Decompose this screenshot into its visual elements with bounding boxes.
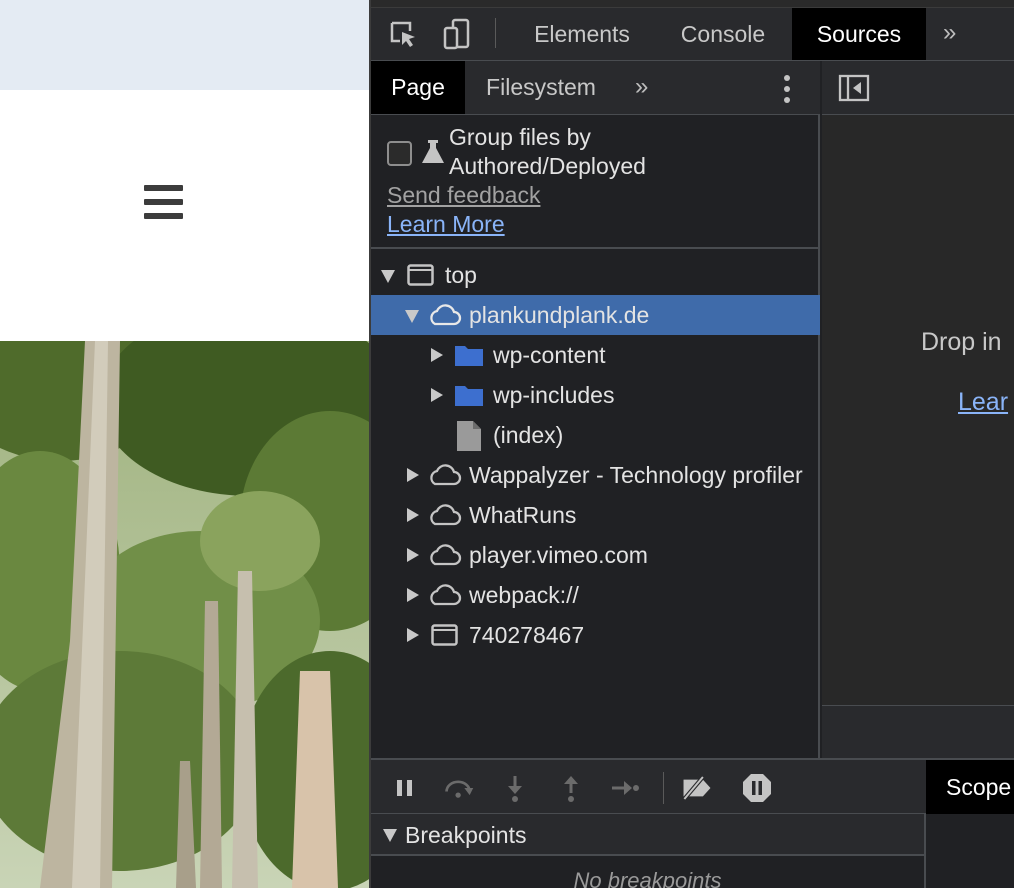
tree-item-wappalyzer[interactable]: Wappalyzer - Technology profiler xyxy=(371,455,820,495)
tab-scope[interactable]: Scope xyxy=(926,760,1014,814)
tree-item-label: (index) xyxy=(493,422,564,448)
tree-item-wp-includes[interactable]: wp-includes xyxy=(371,375,820,415)
inspect-element-icon[interactable] xyxy=(387,18,419,50)
tree-item-wp-content[interactable]: wp-content xyxy=(371,335,820,375)
toolbar-separator xyxy=(495,18,496,48)
tab-page[interactable]: Page xyxy=(371,61,465,114)
breakpoints-header[interactable]: Breakpoints xyxy=(371,814,924,856)
collapsed-arrow-icon[interactable] xyxy=(431,388,443,402)
cloud-icon xyxy=(426,583,462,613)
debugger-separator xyxy=(663,772,664,804)
collapsed-arrow-icon[interactable] xyxy=(407,468,419,482)
hamburger-menu-icon[interactable] xyxy=(144,185,183,219)
tree-item-label: Wappalyzer - Technology profiler xyxy=(469,462,803,488)
flask-icon xyxy=(421,139,445,170)
step-icon[interactable] xyxy=(609,772,641,804)
tree-item-label: WhatRuns xyxy=(469,502,577,528)
navigator-tabs: Page Filesystem » xyxy=(371,61,820,115)
tab-sources[interactable]: Sources xyxy=(792,8,926,60)
editor-learn-link[interactable]: Lear xyxy=(958,388,1008,417)
cloud-icon xyxy=(426,463,462,493)
cloud-icon xyxy=(426,543,462,573)
folder-icon xyxy=(455,344,483,372)
collapsed-arrow-icon[interactable] xyxy=(407,588,419,602)
debugger-toolbar: Scope xyxy=(371,758,1014,814)
frame-icon xyxy=(431,624,458,652)
drop-in-text: Drop in xyxy=(921,328,1002,356)
tree-item-frame-740278467[interactable]: 740278467 xyxy=(371,615,820,655)
cloud-icon xyxy=(426,503,462,533)
pause-on-exceptions-icon[interactable] xyxy=(741,772,773,804)
more-options-icon[interactable] xyxy=(783,75,791,103)
frame-icon xyxy=(407,264,434,292)
navigator-more-tabs-icon[interactable]: » xyxy=(635,73,648,101)
tree-item-label: player.vimeo.com xyxy=(469,542,648,568)
devtools-top-strip xyxy=(371,0,1014,8)
file-icon xyxy=(457,421,481,455)
editor-toolbar xyxy=(822,61,1014,115)
tree-item-whatruns[interactable]: WhatRuns xyxy=(371,495,820,535)
tab-filesystem[interactable]: Filesystem xyxy=(475,61,607,114)
tree-item-label: 740278467 xyxy=(469,622,585,648)
webpage-viewport xyxy=(0,0,369,888)
collapsed-arrow-icon[interactable] xyxy=(407,548,419,562)
collapsed-arrow-icon[interactable] xyxy=(407,628,419,642)
device-toolbar-icon[interactable] xyxy=(441,18,473,50)
group-files-label: Group files by Authored/Deployed xyxy=(449,123,809,181)
group-files-checkbox[interactable] xyxy=(387,141,412,166)
folder-icon xyxy=(455,384,483,412)
breakpoints-section: Breakpoints No breakpoints xyxy=(371,814,926,888)
collapsed-arrow-icon[interactable] xyxy=(407,508,419,522)
expanded-arrow-icon[interactable] xyxy=(383,829,397,842)
step-into-icon[interactable] xyxy=(499,772,531,804)
tree-item-label: wp-includes xyxy=(493,382,615,408)
tree-item-top[interactable]: top xyxy=(371,255,820,295)
scope-panel xyxy=(928,814,1014,888)
navigator-pane: Page Filesystem » Group files by Authore… xyxy=(371,61,820,758)
page-header-bar xyxy=(0,0,369,90)
cloud-icon xyxy=(426,303,462,333)
tree-item-plankundplank[interactable]: plankundplank.de xyxy=(371,295,820,335)
editor-status-bar xyxy=(822,705,1014,758)
breakpoints-label: Breakpoints xyxy=(405,822,527,848)
no-breakpoints-text: No breakpoints xyxy=(573,868,722,888)
forest-photo-image xyxy=(0,341,369,888)
learn-more-link[interactable]: Learn More xyxy=(387,211,505,238)
toggle-sidebar-icon[interactable] xyxy=(838,74,870,107)
tree-item-label: webpack:// xyxy=(469,582,579,608)
page-menu-area xyxy=(0,90,369,341)
group-files-line2: Authored/Deployed xyxy=(449,153,646,179)
editor-pane: Drop in Lear xyxy=(822,61,1014,758)
devtools-main-toolbar: Elements Console Sources » xyxy=(371,8,1014,61)
tree-item-label: top xyxy=(445,262,477,288)
tree-item-label: wp-content xyxy=(493,342,606,368)
step-over-icon[interactable] xyxy=(443,772,475,804)
collapsed-arrow-icon[interactable] xyxy=(431,348,443,362)
group-files-line1: Group files by xyxy=(449,124,591,150)
devtools-panel: Elements Console Sources » Page Filesyst… xyxy=(369,0,1014,888)
tab-console[interactable]: Console xyxy=(659,8,787,60)
expanded-arrow-icon[interactable] xyxy=(405,310,419,323)
editor-drop-zone[interactable]: Drop in Lear xyxy=(822,115,1014,705)
step-out-icon[interactable] xyxy=(555,772,587,804)
more-tabs-chevron-icon[interactable]: » xyxy=(943,19,956,47)
tab-elements[interactable]: Elements xyxy=(515,8,649,60)
deactivate-breakpoints-icon[interactable] xyxy=(681,772,713,804)
tree-item-label: plankundplank.de xyxy=(469,302,650,328)
tree-item-player-vimeo[interactable]: player.vimeo.com xyxy=(371,535,820,575)
send-feedback-link[interactable]: Send feedback xyxy=(387,182,540,209)
tree-item-webpack[interactable]: webpack:// xyxy=(371,575,820,615)
forest-photo xyxy=(0,341,369,888)
expanded-arrow-icon[interactable] xyxy=(381,270,395,283)
pause-icon[interactable] xyxy=(389,772,421,804)
group-files-section: Group files by Authored/Deployed Send fe… xyxy=(371,115,820,249)
tree-item-index[interactable]: (index) xyxy=(371,415,820,455)
